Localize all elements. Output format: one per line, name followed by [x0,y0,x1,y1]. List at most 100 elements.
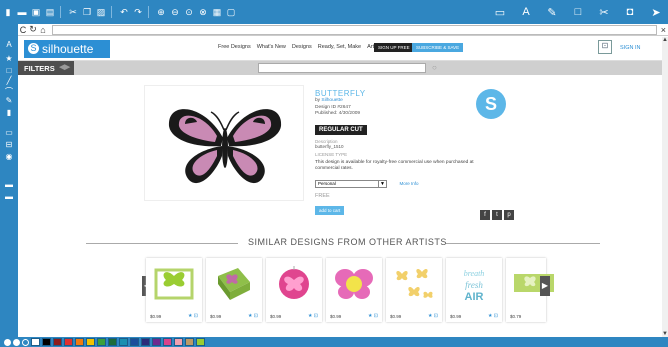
nav-whats-new[interactable]: What's New [257,44,286,50]
paste-icon[interactable]: ▨ [95,5,107,19]
nav-ready-set-make[interactable]: Ready, Set, Make [318,44,361,50]
color-swatch[interactable] [42,338,51,346]
license-select[interactable]: Personal ▼ [315,179,387,188]
item-price: $0.99 [270,314,282,319]
filter-bar: FILTERS ◀▶ ○ [18,61,662,75]
artist-link[interactable]: Silhouette [321,98,342,103]
zoom-select-icon[interactable]: ⊗ [197,5,209,19]
zoom-out-icon[interactable]: ⊖ [169,5,181,19]
eraser-tool-icon[interactable]: ▮ [3,108,15,117]
twitter-icon[interactable]: t [492,210,502,220]
knife-tool-icon[interactable]: ⊟ [3,140,15,149]
line-tool-icon[interactable]: ╱ [3,76,15,85]
select-tool-icon[interactable]: A [3,40,15,49]
similar-item[interactable]: $0.99 ★ ⊡ [266,258,322,322]
pen-icon[interactable]: ✎ [546,5,558,19]
wishlist-cart-icon[interactable]: ★ ⊡ [368,313,378,319]
home-icon[interactable]: ⌂ [38,25,48,35]
close-store-button[interactable]: × [661,25,666,35]
library-panel-icon[interactable]: ▬ [3,180,15,189]
similar-item[interactable]: $0.99 ★ ⊡ [146,258,202,322]
color-swatch[interactable] [130,338,139,346]
breath-of-fresh-air-thumb: breath fresh AIR [464,269,485,303]
search-input[interactable] [258,63,426,73]
sign-up-button[interactable]: SIGN UP FREE [374,43,414,52]
color-swatch[interactable] [64,338,73,346]
open-icon[interactable]: ▬ [16,5,28,19]
no-fill-icon[interactable] [22,338,29,346]
color-swatch[interactable] [141,338,150,346]
store-panel-icon[interactable]: ▬ [3,192,15,201]
rectangle-tool-icon[interactable]: □ [3,66,15,75]
wishlist-cart-icon[interactable]: ★ ⊡ [488,313,498,319]
more-info-link[interactable]: More Info [399,181,418,186]
redo-icon[interactable]: ↷ [132,5,144,19]
color-swatch[interactable] [75,338,84,346]
color-swatch[interactable] [86,338,95,346]
facebook-icon[interactable]: f [480,210,490,220]
grid-icon[interactable]: ▦ [211,5,223,19]
wishlist-cart-icon[interactable]: ★ ⊡ [248,313,258,319]
color-swatch[interactable] [119,338,128,346]
butterfly-design-image [168,109,282,184]
cut-icon[interactable]: ✂ [67,5,79,19]
copy-icon[interactable]: ❐ [81,5,93,19]
nav-designs[interactable]: Designs [292,44,312,50]
color-swatch[interactable] [185,338,194,346]
sign-in-link[interactable]: SIGN IN [620,45,640,51]
color-swatch[interactable] [97,338,106,346]
refresh-button[interactable]: C [18,25,28,35]
save-icon[interactable]: ▣ [30,5,42,19]
search-icon[interactable]: ○ [432,63,437,72]
url-input[interactable] [52,24,657,35]
similar-item[interactable]: $0.99 ★ ⊡ [326,258,382,322]
color-swatch[interactable] [163,338,172,346]
filters-toggle[interactable]: FILTERS ◀▶ [18,61,74,75]
nav-free-designs[interactable]: Free Designs [218,44,251,50]
color-palette-bar [0,337,668,347]
star-tool-icon[interactable]: ★ [3,54,15,63]
color-swatch[interactable] [108,338,117,346]
vertical-scrollbar[interactable]: ▲ ▼ [662,37,668,337]
color-swatch[interactable] [31,338,40,346]
text-style-icon[interactable]: A [520,5,532,19]
fill-tool-icon[interactable]: ◉ [3,152,15,161]
scroll-up-icon[interactable]: ▲ [662,37,668,43]
similar-item[interactable]: $0.99 ★ ⊡ [206,258,262,322]
filters-label: FILTERS [24,64,55,73]
rect-shape-tool-icon[interactable]: ▭ [3,128,15,137]
send-icon[interactable]: ➤ [650,5,662,19]
similar-item[interactable]: $0.99 ★ ⊡ [386,258,442,322]
wishlist-cart-icon[interactable]: ★ ⊡ [308,313,318,319]
logo-mark-icon: S [28,43,39,54]
pinterest-icon[interactable]: p [504,210,514,220]
fill-mode-icon[interactable] [4,338,11,346]
add-to-cart-button[interactable]: add to cart [315,205,345,215]
subscribe-button[interactable]: SUBSCRIBE & SAVE [412,43,464,52]
zoom-fit-icon[interactable]: ⊙ [183,5,195,19]
undo-icon[interactable]: ↶ [118,5,130,19]
store-icon[interactable]: ◘ [624,5,636,19]
color-swatch[interactable] [152,338,161,346]
page-icon[interactable]: ▢ [225,5,237,19]
wishlist-cart-icon[interactable]: ★ ⊡ [428,313,438,319]
color-swatch[interactable] [174,338,183,346]
color-swatch[interactable] [53,338,62,346]
similar-heading-text: SIMILAR DESIGNS FROM OTHER ARTISTS [248,237,447,247]
new-file-icon[interactable]: ▮ [2,5,14,19]
zoom-in-icon[interactable]: ⊕ [155,5,167,19]
reload-icon[interactable]: ↻ [28,24,38,35]
store-nav: Free Designs What's New Designs Ready, S… [218,44,382,50]
library-icon[interactable]: ▭ [494,5,506,19]
carousel-next-button[interactable]: ▶ [540,276,550,296]
cart-icon[interactable]: ⊡ [598,40,612,54]
print-icon[interactable]: ▤ [44,5,56,19]
wishlist-cart-icon[interactable]: ★ ⊡ [188,313,198,319]
pencil-tool-icon[interactable]: ✎ [3,96,15,105]
line-mode-icon[interactable] [13,338,20,346]
page-settings-icon[interactable]: □ [572,5,584,19]
silhouette-logo[interactable]: S silhouette [24,40,110,58]
color-swatch[interactable] [196,338,205,346]
cut-settings-icon[interactable]: ✂ [598,5,610,19]
similar-item[interactable]: breath fresh AIR $0.99 ★ ⊡ [446,258,502,322]
